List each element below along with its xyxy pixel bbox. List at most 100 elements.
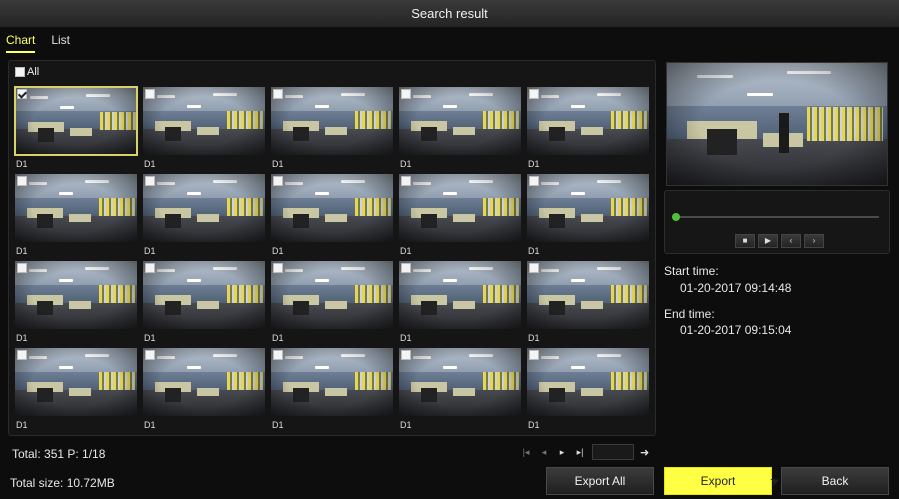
page-number-input[interactable] bbox=[592, 444, 634, 460]
thumbnail-item[interactable]: D1 bbox=[270, 173, 394, 260]
thumbnail-image[interactable] bbox=[398, 173, 522, 243]
select-all-checkbox[interactable] bbox=[15, 67, 25, 77]
thumbnail-checkbox[interactable] bbox=[273, 263, 283, 273]
thumbnail-checkbox[interactable] bbox=[401, 263, 411, 273]
thumbnail-label: D1 bbox=[400, 333, 412, 343]
thumbnail-item[interactable]: D1 bbox=[142, 260, 266, 347]
thumbnail-label: D1 bbox=[16, 159, 28, 169]
view-tabs: Chart List bbox=[6, 33, 70, 53]
thumbnail-image[interactable] bbox=[142, 347, 266, 417]
search-result-window: Search result Chart List All D1 D1 D1 D1 D1 D… bbox=[0, 0, 899, 499]
thumbnail-checkbox[interactable] bbox=[529, 89, 539, 99]
thumbnail-checkbox[interactable] bbox=[401, 89, 411, 99]
thumbnail-checkbox[interactable] bbox=[273, 176, 283, 186]
total-count: Total: 351 P: 1/18 bbox=[12, 447, 106, 461]
thumbnail-label: D1 bbox=[528, 420, 540, 430]
window-title: Search result bbox=[0, 0, 899, 28]
thumbnail-item[interactable]: D1 bbox=[398, 173, 522, 260]
thumbnail-item[interactable]: D1 bbox=[14, 86, 138, 173]
select-all-label: All bbox=[27, 66, 40, 78]
playback-panel: ■ ▶ ‹ › bbox=[664, 190, 890, 254]
thumbnail-checkbox[interactable] bbox=[273, 89, 283, 99]
thumbnail-image[interactable] bbox=[270, 260, 394, 330]
select-all[interactable]: All bbox=[15, 66, 39, 78]
thumbnail-image[interactable] bbox=[526, 86, 650, 156]
thumbnail-image[interactable] bbox=[14, 86, 138, 156]
thumbnail-item[interactable]: D1 bbox=[142, 347, 266, 434]
progress-handle[interactable] bbox=[672, 213, 680, 221]
tab-chart[interactable]: Chart bbox=[6, 33, 36, 53]
thumbnail-image[interactable] bbox=[398, 347, 522, 417]
thumbnail-item[interactable]: D1 bbox=[142, 173, 266, 260]
thumbnail-label: D1 bbox=[272, 333, 284, 343]
thumbnail-item[interactable]: D1 bbox=[526, 260, 650, 347]
thumbnail-checkbox[interactable] bbox=[529, 176, 539, 186]
thumbnail-checkbox[interactable] bbox=[145, 176, 155, 186]
thumbnail-label: D1 bbox=[144, 333, 156, 343]
thumbnail-checkbox[interactable] bbox=[17, 263, 27, 273]
thumbnail-checkbox[interactable] bbox=[273, 350, 283, 360]
first-page-icon[interactable]: |◂ bbox=[520, 447, 532, 458]
thumbnail-item[interactable]: D1 bbox=[526, 86, 650, 173]
thumbnail-image[interactable] bbox=[526, 173, 650, 243]
export-button[interactable]: Export bbox=[664, 467, 772, 495]
thumbnail-item[interactable]: D1 bbox=[526, 347, 650, 434]
thumbnail-panel: All D1 D1 D1 D1 D1 D1 D1 D1 D1 D1 D1 D1 D1 D1 D1 D1 D1 D1… bbox=[8, 60, 656, 436]
thumbnail-checkbox[interactable] bbox=[17, 350, 27, 360]
thumbnail-item[interactable]: D1 bbox=[14, 173, 138, 260]
thumbnail-checkbox[interactable] bbox=[529, 350, 539, 360]
thumbnail-image[interactable] bbox=[398, 260, 522, 330]
start-time-label: Start time: bbox=[664, 264, 719, 278]
thumbnail-item[interactable]: D1 bbox=[270, 86, 394, 173]
thumbnail-image[interactable] bbox=[142, 86, 266, 156]
thumbnail-label: D1 bbox=[272, 246, 284, 256]
thumbnail-image[interactable] bbox=[526, 260, 650, 330]
thumbnail-item[interactable]: D1 bbox=[142, 86, 266, 173]
total-size: Total size: 10.72MB bbox=[10, 476, 115, 490]
thumbnail-checkbox[interactable] bbox=[145, 350, 155, 360]
thumbnail-image[interactable] bbox=[14, 173, 138, 243]
thumbnail-label: D1 bbox=[272, 420, 284, 430]
end-time-label: End time: bbox=[664, 307, 715, 321]
thumbnail-checkbox[interactable] bbox=[401, 350, 411, 360]
thumbnail-image[interactable] bbox=[14, 260, 138, 330]
step-forward-icon[interactable]: › bbox=[804, 234, 824, 248]
thumbnail-checkbox[interactable] bbox=[401, 176, 411, 186]
playback-progress-bar[interactable] bbox=[672, 213, 879, 221]
thumbnail-checkbox[interactable] bbox=[17, 89, 27, 99]
last-page-icon[interactable]: ▸| bbox=[574, 447, 586, 458]
thumbnail-label: D1 bbox=[400, 246, 412, 256]
export-all-button[interactable]: Export All bbox=[546, 467, 654, 495]
back-button[interactable]: Back bbox=[781, 467, 889, 495]
thumbnail-image[interactable] bbox=[14, 347, 138, 417]
pagination: |◂ ◂ ▸ ▸| ➜ bbox=[520, 444, 649, 460]
thumbnail-image[interactable] bbox=[142, 173, 266, 243]
next-page-icon[interactable]: ▸ bbox=[556, 447, 568, 458]
thumbnail-label: D1 bbox=[400, 159, 412, 169]
thumbnail-label: D1 bbox=[528, 246, 540, 256]
thumbnail-item[interactable]: D1 bbox=[270, 260, 394, 347]
thumbnail-checkbox[interactable] bbox=[529, 263, 539, 273]
thumbnail-item[interactable]: D1 bbox=[526, 173, 650, 260]
thumbnail-item[interactable]: D1 bbox=[270, 347, 394, 434]
thumbnail-item[interactable]: D1 bbox=[398, 260, 522, 347]
tab-list[interactable]: List bbox=[51, 33, 70, 53]
step-back-icon[interactable]: ‹ bbox=[781, 234, 801, 248]
thumbnail-checkbox[interactable] bbox=[145, 263, 155, 273]
thumbnail-image[interactable] bbox=[398, 86, 522, 156]
thumbnail-item[interactable]: D1 bbox=[14, 260, 138, 347]
thumbnail-image[interactable] bbox=[142, 260, 266, 330]
thumbnail-image[interactable] bbox=[270, 173, 394, 243]
thumbnail-image[interactable] bbox=[270, 347, 394, 417]
thumbnail-item[interactable]: D1 bbox=[398, 86, 522, 173]
play-icon[interactable]: ▶ bbox=[758, 234, 778, 248]
thumbnail-image[interactable] bbox=[526, 347, 650, 417]
thumbnail-image[interactable] bbox=[270, 86, 394, 156]
stop-icon[interactable]: ■ bbox=[735, 234, 755, 248]
prev-page-icon[interactable]: ◂ bbox=[538, 447, 550, 458]
thumbnail-checkbox[interactable] bbox=[145, 89, 155, 99]
thumbnail-item[interactable]: D1 bbox=[398, 347, 522, 434]
thumbnail-item[interactable]: D1 bbox=[14, 347, 138, 434]
thumbnail-checkbox[interactable] bbox=[17, 176, 27, 186]
go-page-icon[interactable]: ➜ bbox=[640, 446, 649, 459]
